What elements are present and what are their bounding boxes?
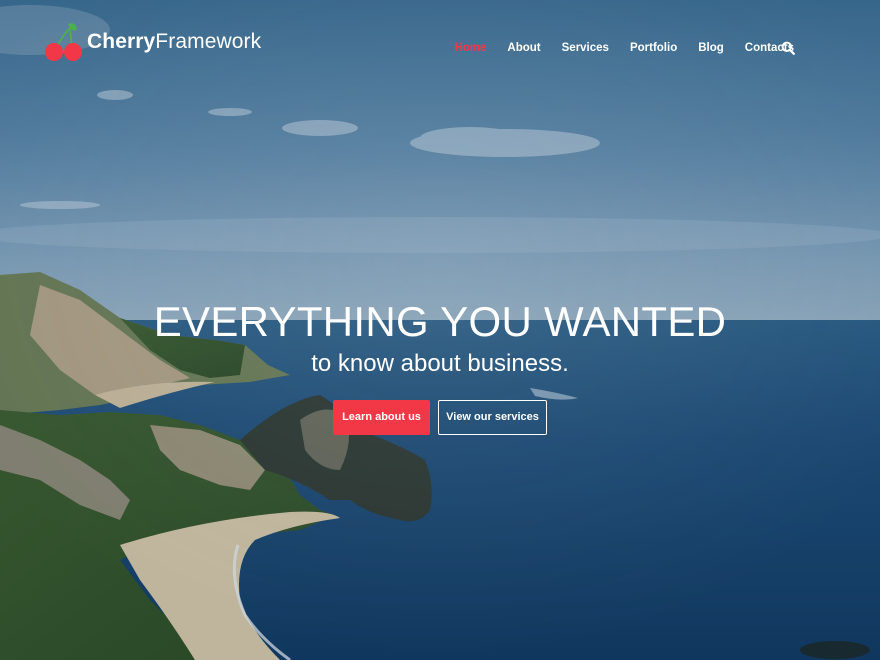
main-navigation: Home About Services Portfolio Blog Conta… (454, 40, 794, 56)
site-header: CherryFramework Home About Services Port… (0, 0, 880, 95)
nav-item-about[interactable]: About (507, 40, 540, 56)
hero-subtitle: to know about business. (311, 350, 569, 377)
logo-text-bold: Cherry (87, 29, 156, 53)
hero-title: EVERYTHING YOU WANTED (153, 298, 727, 345)
nav-item-home[interactable]: Home (454, 40, 486, 56)
search-icon[interactable] (781, 41, 795, 55)
logo-text-light: Framework (155, 29, 262, 53)
hero-content: EVERYTHING YOU WANTED to know about busi… (0, 296, 880, 435)
learn-about-us-button[interactable]: Learn about us (333, 400, 430, 435)
nav-item-portfolio[interactable]: Portfolio (630, 40, 677, 56)
nav-item-services[interactable]: Services (562, 40, 609, 56)
site-logo[interactable]: CherryFramework (44, 20, 261, 62)
view-our-services-button[interactable]: View our services (438, 400, 547, 435)
site-logo-text: CherryFramework (87, 31, 261, 52)
hero-buttons: Learn about us View our services (0, 400, 880, 435)
hero-section: CherryFramework Home About Services Port… (0, 0, 880, 660)
cherry-icon (45, 23, 82, 61)
nav-item-blog[interactable]: Blog (698, 40, 724, 56)
